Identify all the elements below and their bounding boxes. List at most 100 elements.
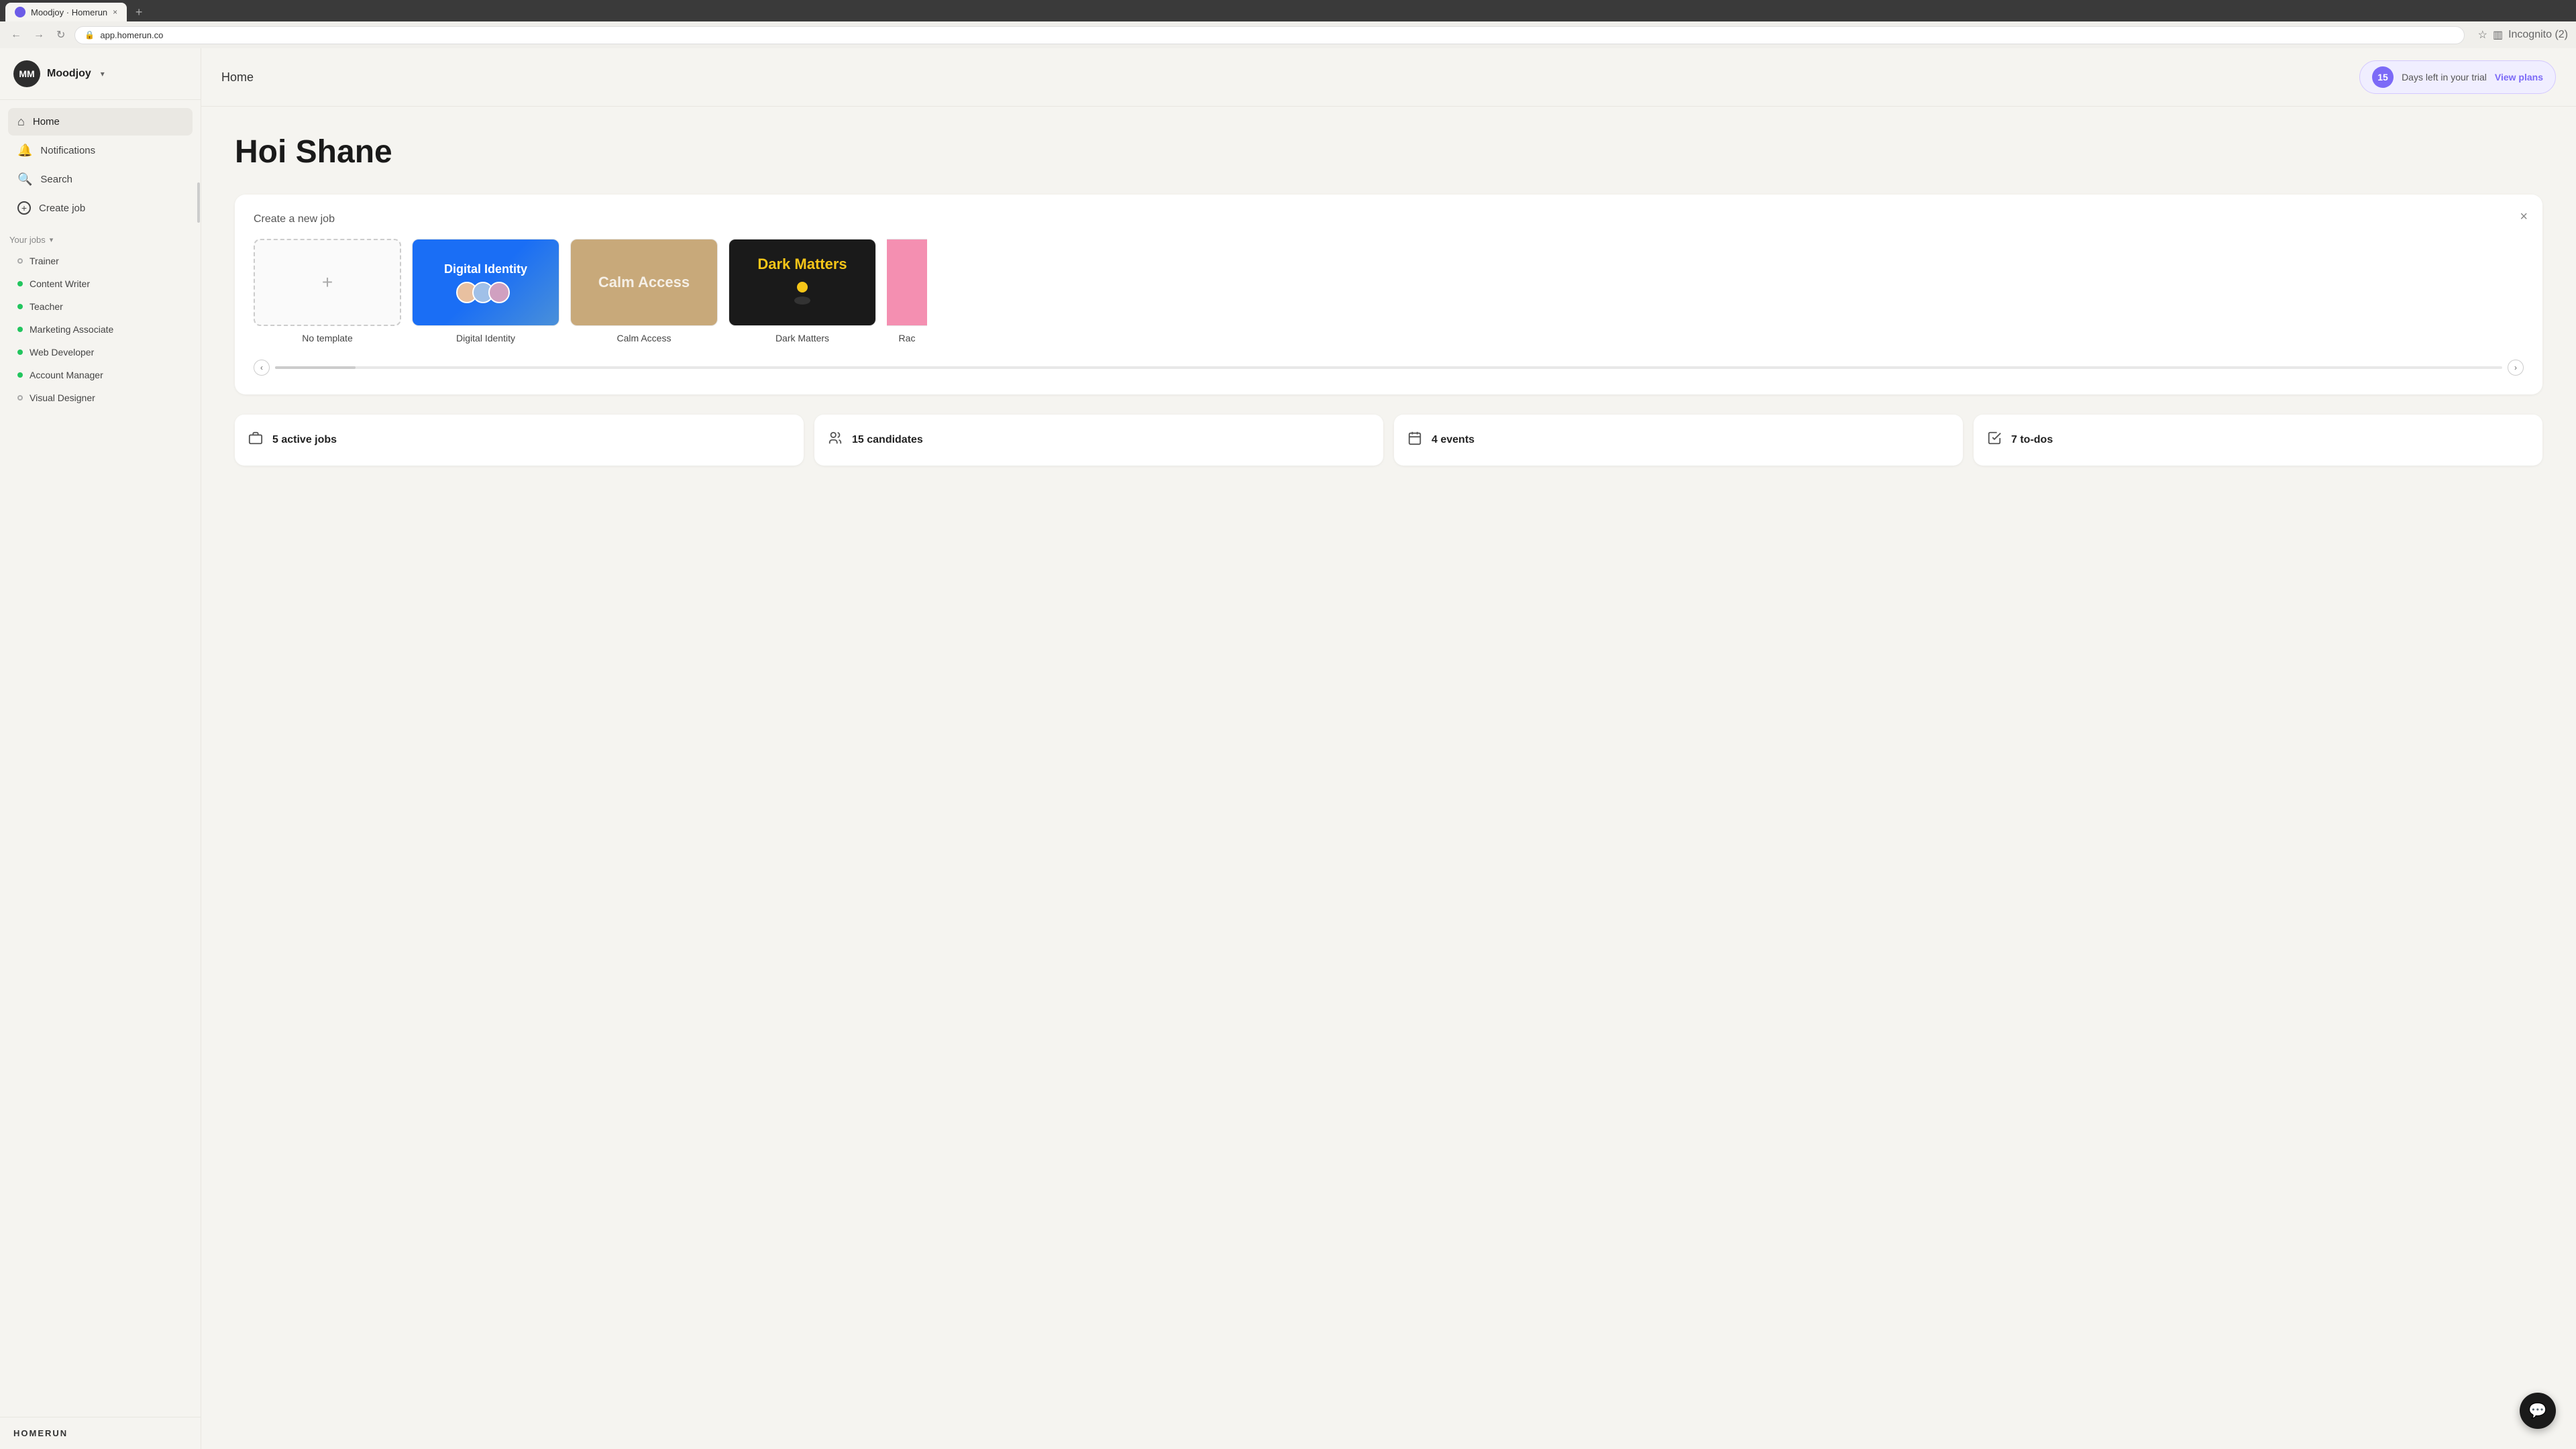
chevron-down-icon[interactable]: ▾ bbox=[101, 69, 105, 78]
job-item-content-writer[interactable]: Content Writer bbox=[8, 273, 193, 294]
app-container: MM Moodjoy ▾ ⌂ Home 🔔 Notifications 🔍 Se… bbox=[0, 48, 2576, 1449]
scroll-thumb bbox=[275, 366, 356, 369]
tab-favicon bbox=[15, 7, 25, 17]
chat-button[interactable]: 💬 bbox=[2520, 1393, 2556, 1429]
stat-events: 4 events bbox=[1394, 415, 1963, 466]
search-icon: 🔍 bbox=[17, 172, 32, 186]
sidebar-item-notifications[interactable]: 🔔 Notifications bbox=[8, 137, 193, 164]
template-thumbnail: Calm Access bbox=[570, 239, 718, 326]
stat-candidates: 15 candidates bbox=[814, 415, 1383, 466]
url-text: app.homerun.co bbox=[100, 30, 163, 40]
template-label: No template bbox=[302, 333, 352, 343]
tab-title: Moodjoy · Homerun bbox=[31, 7, 107, 17]
template-rac[interactable]: Rac bbox=[887, 239, 927, 343]
calendar-icon bbox=[1407, 431, 1422, 449]
jobs-list: Trainer Content Writer Teacher Marketing… bbox=[0, 248, 201, 411]
calm-access-text: Calm Access bbox=[598, 273, 690, 292]
trial-text: Days left in your trial bbox=[2402, 72, 2487, 83]
job-status-dot bbox=[17, 281, 23, 286]
templates-row: + No template Digital Identity bbox=[254, 239, 2524, 343]
main-body: Hoi Shane Create a new job × + No templa… bbox=[201, 107, 2576, 1449]
template-no-template[interactable]: + No template bbox=[254, 239, 401, 343]
scroll-track bbox=[275, 366, 2502, 369]
sidebar-header: MM Moodjoy ▾ bbox=[0, 48, 201, 100]
job-item-trainer[interactable]: Trainer bbox=[8, 250, 193, 272]
template-calm-access[interactable]: Calm Access Calm Access bbox=[570, 239, 718, 343]
template-label: Dark Matters bbox=[775, 333, 829, 343]
trial-days-number: 15 bbox=[2372, 66, 2394, 88]
scroll-left-button[interactable]: ‹ bbox=[254, 360, 270, 376]
template-thumbnail: + bbox=[254, 239, 401, 326]
chevron-down-icon: ▾ bbox=[50, 235, 54, 244]
main-content: Home 15 Days left in your trial View pla… bbox=[201, 48, 2576, 1449]
template-digital-identity[interactable]: Digital Identity Digital Identity bbox=[412, 239, 559, 343]
sidebar-toggle-button[interactable]: ▥ bbox=[2493, 28, 2503, 42]
people-icon bbox=[828, 431, 843, 449]
chat-icon: 💬 bbox=[2528, 1402, 2546, 1419]
close-create-job-button[interactable]: × bbox=[2520, 209, 2528, 225]
sidebar-scrollbar[interactable] bbox=[197, 48, 201, 1449]
job-status-dot bbox=[17, 372, 23, 378]
template-dark-matters[interactable]: Dark Matters Dark Matters bbox=[729, 239, 876, 343]
job-status-dot bbox=[17, 327, 23, 332]
job-item-label: Trainer bbox=[30, 256, 59, 266]
template-thumbnail bbox=[887, 239, 927, 326]
job-item-visual-designer[interactable]: Visual Designer bbox=[8, 387, 193, 409]
incognito-button[interactable]: Incognito (2) bbox=[2508, 29, 2568, 41]
sidebar-item-home[interactable]: ⌂ Home bbox=[8, 108, 193, 136]
template-thumbnail: Dark Matters bbox=[729, 239, 876, 326]
template-label: Rac bbox=[899, 333, 916, 343]
job-item-label: Web Developer bbox=[30, 347, 94, 358]
plus-icon: + bbox=[322, 272, 333, 293]
sidebar-item-label: Home bbox=[33, 116, 60, 127]
back-button[interactable]: ← bbox=[8, 26, 24, 44]
dark-matters-figure bbox=[789, 279, 816, 309]
face-avatar bbox=[488, 282, 510, 303]
job-status-dot bbox=[17, 395, 23, 400]
template-label: Digital Identity bbox=[456, 333, 515, 343]
sidebar-item-label: Notifications bbox=[40, 145, 95, 156]
company-name: Moodjoy bbox=[47, 68, 91, 80]
trial-banner: 15 Days left in your trial View plans bbox=[2359, 60, 2556, 94]
job-item-label: Marketing Associate bbox=[30, 324, 113, 335]
browser-nav-right: ☆ ▥ Incognito (2) bbox=[2478, 28, 2568, 42]
job-item-teacher[interactable]: Teacher bbox=[8, 296, 193, 317]
dark-matters-preview: Dark Matters bbox=[729, 239, 875, 325]
dark-matters-text: Dark Matters bbox=[757, 256, 847, 273]
template-thumbnail: Digital Identity bbox=[412, 239, 559, 326]
page-title: Home bbox=[221, 70, 254, 85]
rac-preview bbox=[887, 239, 927, 325]
template-scroll-indicator: ‹ › bbox=[254, 354, 2524, 376]
stat-candidates-value: 15 candidates bbox=[852, 434, 923, 446]
active-tab[interactable]: Moodjoy · Homerun × bbox=[5, 3, 127, 21]
template-label: Calm Access bbox=[617, 333, 672, 343]
sidebar-scrollbar-thumb bbox=[197, 182, 200, 223]
bookmark-button[interactable]: ☆ bbox=[2478, 28, 2487, 42]
home-icon: ⌂ bbox=[17, 115, 25, 129]
new-tab-button[interactable]: + bbox=[129, 3, 148, 21]
stat-events-value: 4 events bbox=[1432, 434, 1474, 446]
view-plans-link[interactable]: View plans bbox=[2495, 72, 2543, 83]
forward-button[interactable]: → bbox=[31, 26, 47, 44]
checklist-icon bbox=[1987, 431, 2002, 449]
job-item-web-developer[interactable]: Web Developer bbox=[8, 341, 193, 363]
tab-close-button[interactable]: × bbox=[113, 7, 117, 17]
sidebar-item-label: Search bbox=[40, 174, 72, 185]
url-bar[interactable]: 🔒 app.homerun.co bbox=[74, 26, 2464, 44]
job-status-dot bbox=[17, 304, 23, 309]
browser-tab-bar: Moodjoy · Homerun × + bbox=[0, 0, 2576, 21]
scroll-right-button[interactable]: › bbox=[2508, 360, 2524, 376]
plus-circle-icon: + bbox=[17, 201, 31, 215]
job-status-dot bbox=[17, 258, 23, 264]
sidebar-footer: HOMERUN bbox=[0, 1417, 201, 1449]
bell-icon: 🔔 bbox=[17, 144, 32, 158]
create-job-card: Create a new job × + No template bbox=[235, 195, 2542, 394]
calm-access-preview: Calm Access bbox=[571, 239, 717, 325]
sidebar-item-create-job[interactable]: + Create job bbox=[8, 195, 193, 221]
job-item-account-manager[interactable]: Account Manager bbox=[8, 364, 193, 386]
reload-button[interactable]: ↻ bbox=[54, 25, 68, 44]
job-item-marketing-associate[interactable]: Marketing Associate bbox=[8, 319, 193, 340]
stat-active-jobs-value: 5 active jobs bbox=[272, 434, 337, 446]
job-item-label: Visual Designer bbox=[30, 392, 95, 403]
sidebar-item-search[interactable]: 🔍 Search bbox=[8, 166, 193, 193]
